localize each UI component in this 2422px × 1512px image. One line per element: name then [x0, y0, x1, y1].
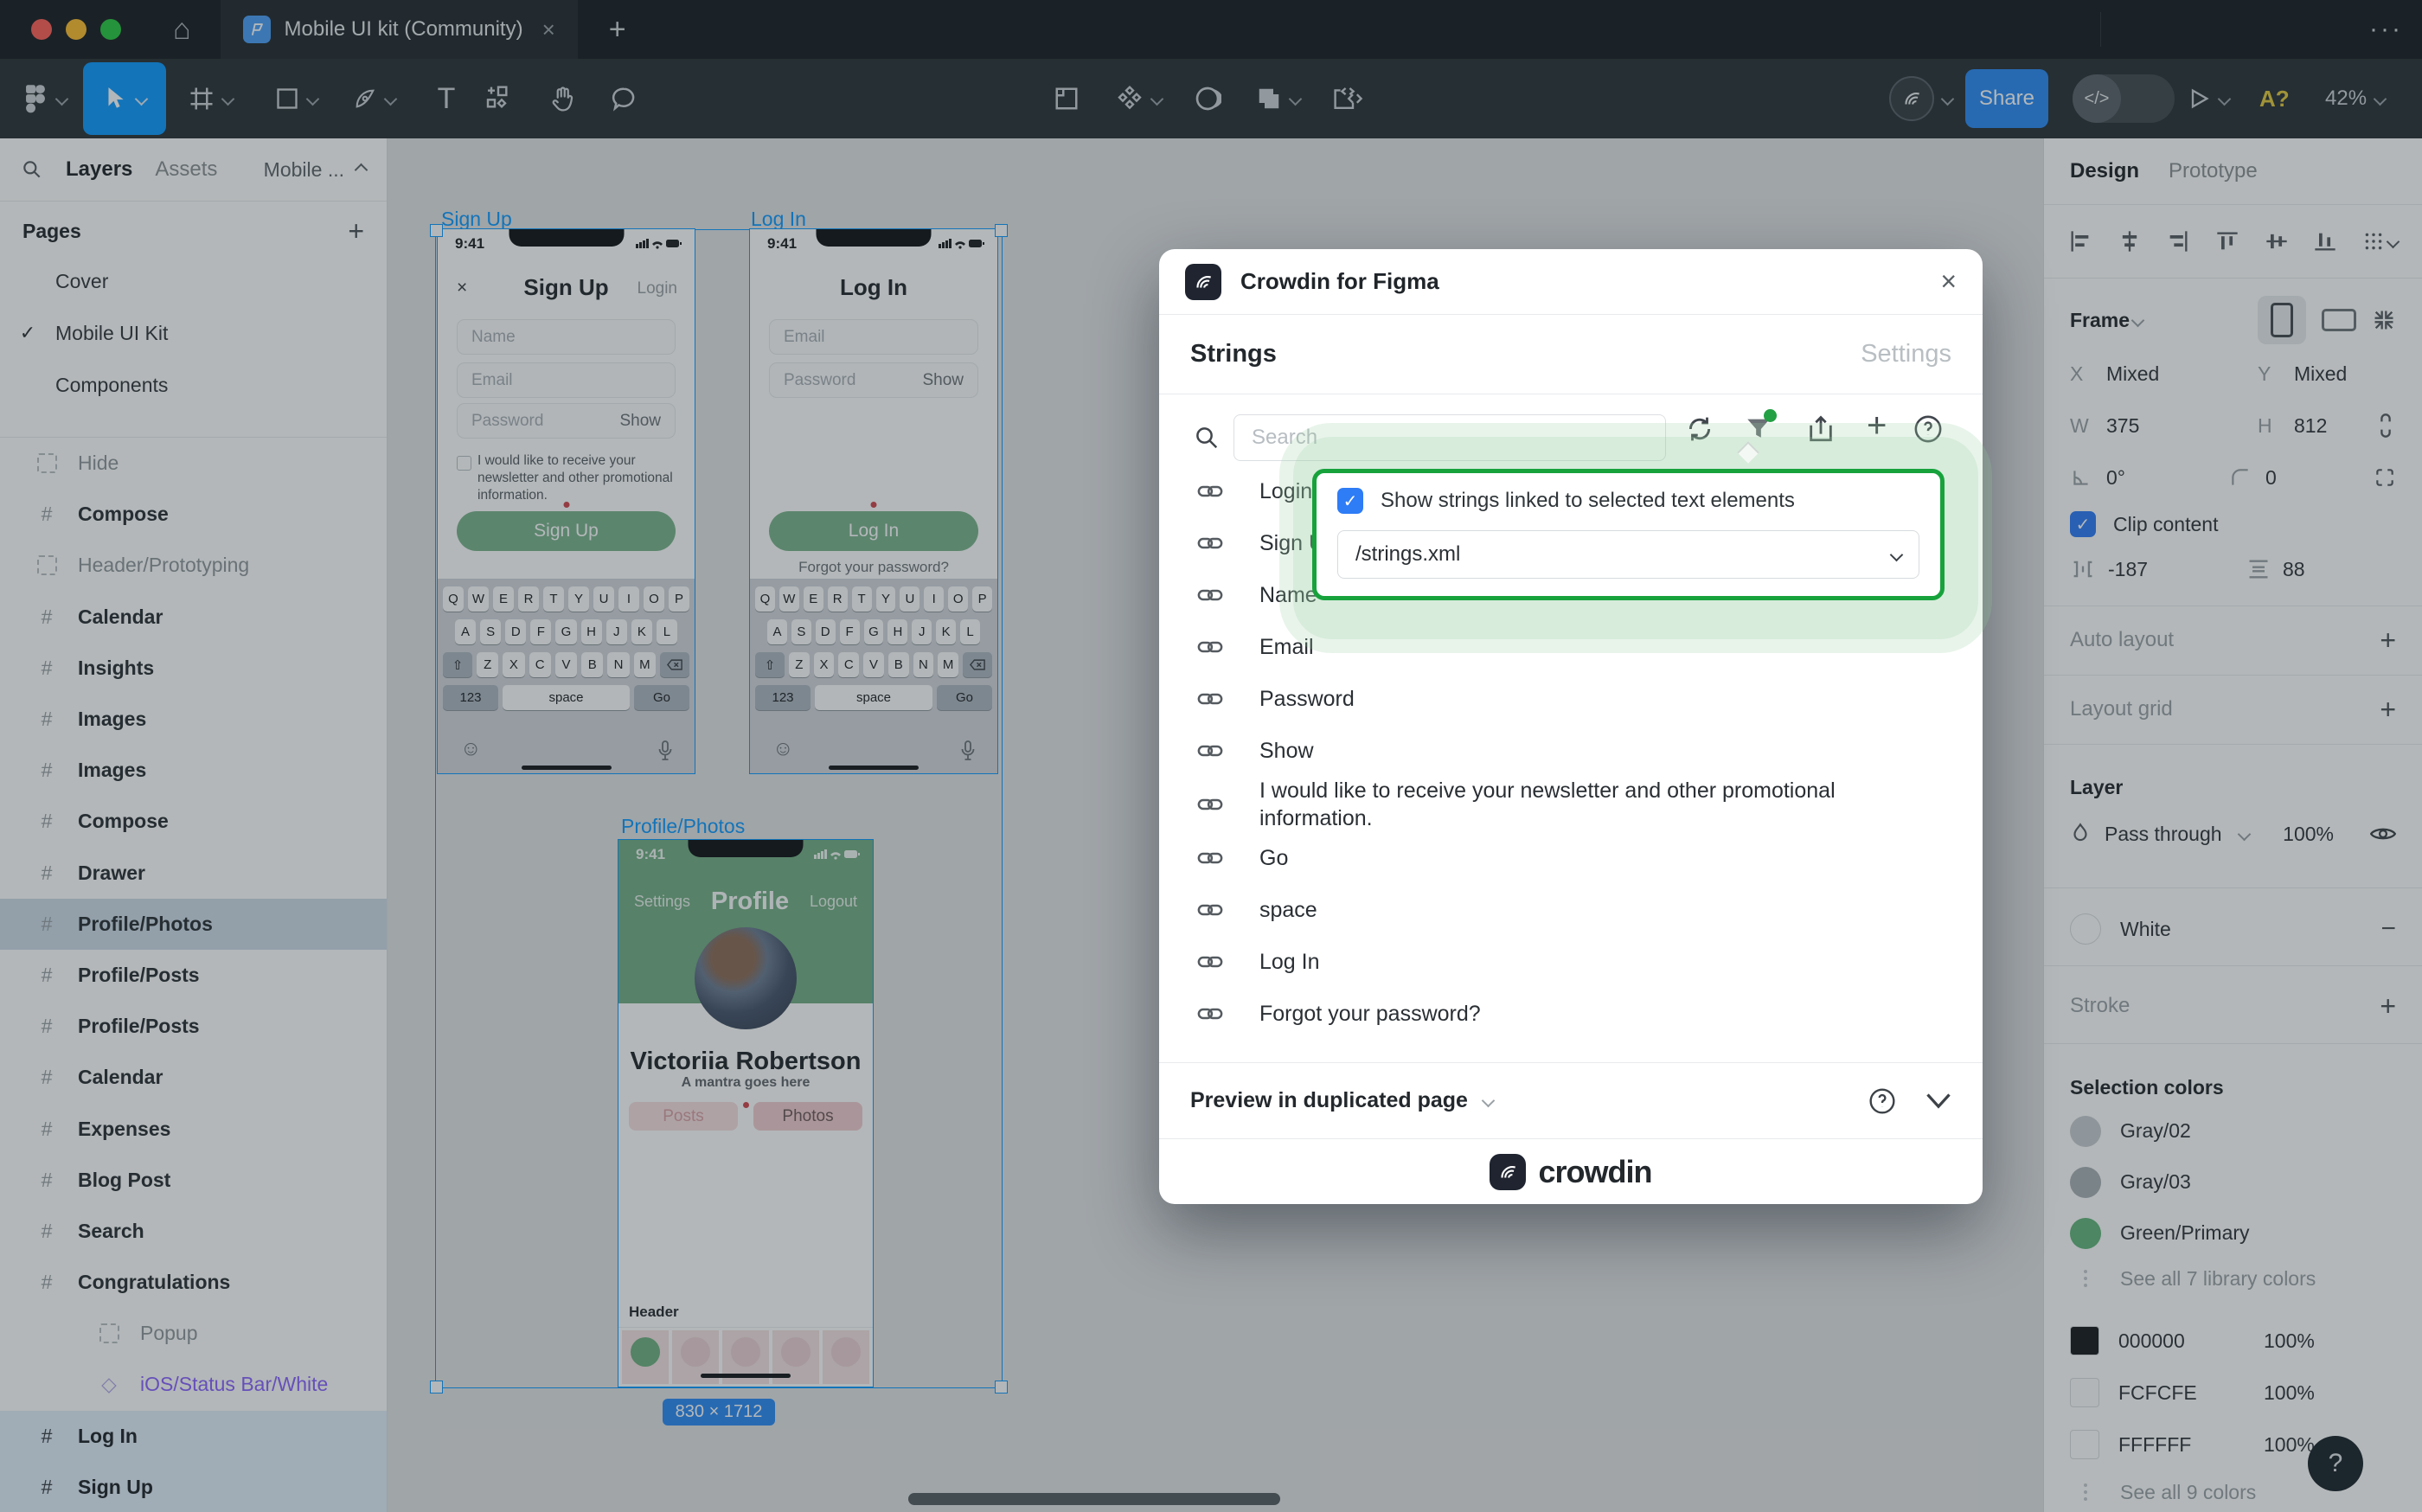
filter-active-dot [1764, 409, 1777, 422]
string-row[interactable]: Forgot your password? [1159, 988, 1983, 1040]
string-row[interactable]: I would like to receive your newsletter … [1159, 777, 1983, 832]
link-icon [1197, 530, 1223, 556]
tab-strings[interactable]: Strings [1190, 340, 1277, 368]
string-text: Forgot your password? [1259, 1000, 1481, 1028]
close-icon[interactable]: × [1940, 266, 1957, 298]
figma-app: ⌂ Mobile UI kit (Community) × + ··· [0, 0, 2422, 1512]
link-icon [1197, 845, 1223, 871]
modal-title: Crowdin for Figma [1240, 268, 1439, 295]
string-text: Go [1259, 844, 1288, 872]
crowdin-wordmark: crowdin [1538, 1154, 1651, 1190]
chevron-down-icon [1890, 548, 1904, 561]
link-icon [1197, 1001, 1223, 1027]
string-text: Show [1259, 737, 1314, 765]
search-icon [1194, 425, 1220, 451]
link-icon [1197, 478, 1223, 504]
link-icon [1197, 897, 1223, 923]
modal-header: Crowdin for Figma × [1159, 249, 1983, 315]
link-icon [1197, 634, 1223, 660]
string-text: Log In [1259, 948, 1320, 976]
crowdin-icon [1490, 1154, 1526, 1190]
string-row[interactable]: space [1159, 884, 1983, 936]
crowdin-icon [1185, 264, 1221, 300]
link-icon [1197, 582, 1223, 608]
link-icon [1197, 686, 1223, 712]
link-icon [1197, 791, 1223, 817]
modal-footer: Preview in duplicated page [1159, 1062, 1983, 1138]
string-row[interactable]: Go [1159, 832, 1983, 884]
string-row[interactable]: Show [1159, 725, 1983, 777]
string-row[interactable]: Password [1159, 673, 1983, 725]
file-dropdown-value: /strings.xml [1355, 542, 1460, 567]
crowdin-brand: crowdin [1159, 1138, 1983, 1204]
help-icon[interactable] [1868, 1087, 1896, 1115]
show-linked-label: Show strings linked to selected text ele… [1381, 489, 1795, 513]
string-row[interactable]: Log In [1159, 936, 1983, 988]
linked-strings-tooltip: ✓ Show strings linked to selected text e… [1312, 469, 1945, 600]
modal-tabs: Strings Settings [1159, 315, 1983, 394]
string-text: I would like to receive your newsletter … [1259, 777, 1900, 832]
show-linked-checkbox[interactable]: ✓ [1337, 488, 1363, 514]
tab-settings[interactable]: Settings [1861, 340, 1951, 368]
string-text: Email [1259, 633, 1314, 661]
preview-button[interactable]: Preview in duplicated page [1190, 1088, 1493, 1113]
link-icon [1197, 949, 1223, 975]
link-icon [1197, 738, 1223, 764]
string-text: space [1259, 896, 1317, 924]
collapse-icon[interactable] [1925, 1092, 1951, 1110]
crowdin-plugin-modal: Crowdin for Figma × Strings Settings + [1159, 249, 1983, 1204]
file-dropdown[interactable]: /strings.xml [1337, 530, 1919, 579]
string-text: Password [1259, 685, 1355, 713]
